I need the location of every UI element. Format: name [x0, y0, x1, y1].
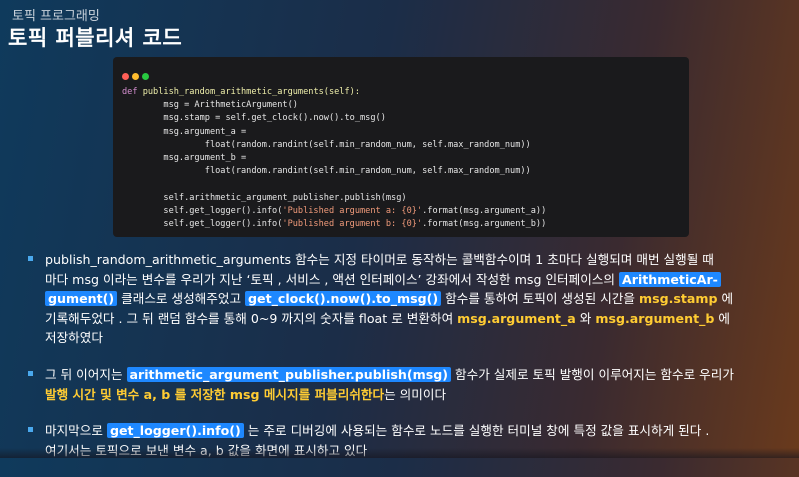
bullet-item: publish_random_arithmetic_arguments 함수는 … [28, 250, 796, 348]
code-window: def publish_random_arithmetic_arguments(… [113, 57, 689, 237]
code-block: def publish_random_arithmetic_arguments(… [122, 86, 546, 231]
minimize-dot-icon [132, 73, 139, 80]
code-line: msg.stamp = self.get_clock().now().to_ms… [122, 112, 546, 125]
text-run: 마다 msg 이라는 변수를 우리가 지난 ‘토픽 , 서비스 , 액션 인터페… [45, 271, 619, 287]
text-run: 는 주로 디버깅에 사용되는 함수로 노드를 실행한 터미널 창에 특정 값을 … [243, 423, 710, 439]
code-token: publish_random_arithmetic_arguments(self… [142, 87, 361, 97]
code-line: self.get_logger().info('Published argume… [122, 205, 546, 218]
text-run: 그 뒤 이어지는 [45, 366, 127, 382]
text-run: 저장하였다 [45, 330, 103, 346]
code-line: self.get_logger().info('Published argume… [122, 218, 546, 231]
text-run: 와 [575, 310, 596, 326]
emphasis-text: msg.argument_b [595, 310, 715, 326]
bullet-item: 그 뒤 이어지는 arithmetic_argument_publisher.p… [28, 365, 796, 404]
slide-title: 토픽 퍼블리셔 코드 [8, 26, 183, 50]
code-line: self.arithmetic_argument_publisher.publi… [122, 192, 546, 205]
bullet-text: 그 뒤 이어지는 arithmetic_argument_publisher.p… [45, 365, 796, 404]
code-token: msg.argument_a = [122, 126, 247, 137]
emphasis-text: msg.argument_a [457, 310, 576, 326]
bullet-square-icon [28, 427, 33, 433]
code-token: msg.argument_b = [122, 153, 247, 164]
code-token: self.arithmetic_argument_publisher.publi… [122, 192, 407, 203]
bottom-fade [0, 448, 799, 458]
close-dot-icon [122, 73, 129, 80]
maximize-dot-icon [142, 73, 149, 80]
code-highlight: arithmetic_argument_publisher.publish(ms… [126, 366, 452, 382]
code-token: .format(msg.argument_a)) [422, 205, 547, 216]
text-run: 기록해두었다 . 그 뒤 랜덤 함수를 통해 0~9 까지의 숫자를 float… [45, 310, 458, 326]
code-token: float(random.randint(self.min_random_num… [122, 139, 531, 150]
window-controls [122, 65, 152, 84]
emphasis-text: msg.stamp [638, 291, 718, 307]
code-token: self.get_logger().info( [122, 219, 283, 230]
code-highlight: get_clock().now().to_msg() [245, 291, 442, 307]
code-token: msg = ArithmeticArgument() [122, 100, 298, 111]
code-line: msg = ArithmeticArgument() [122, 99, 546, 112]
code-token: float(random.randint(self.min_random_num… [122, 166, 531, 177]
code-highlight: gument() [45, 291, 118, 307]
bullet-text: publish_random_arithmetic_arguments 함수는 … [45, 250, 796, 348]
bullet-list: publish_random_arithmetic_arguments 함수는 … [28, 250, 796, 477]
slide: 토픽 프로그래밍 토픽 퍼블리셔 코드 def publish_random_a… [0, 0, 799, 458]
text-run: 는 의미이다 [384, 386, 447, 402]
code-line: msg.argument_a = [122, 126, 546, 139]
bullet-square-icon [28, 370, 33, 376]
code-token: self.get_logger().info( [122, 205, 283, 216]
code-token: .format(msg.argument_b)) [422, 219, 547, 230]
code-highlight: ArithmeticAr- [619, 271, 721, 287]
bullet-square-icon [28, 256, 33, 261]
code-token: 'Published argument a: {0}' [282, 205, 423, 216]
text-run: 함수를 통하여 토픽이 생성된 시간을 [441, 291, 639, 307]
code-highlight: get_logger().info() [106, 423, 244, 439]
code-token: 'Published argument b: {0}' [282, 219, 423, 230]
text-run: 마지막으로 [45, 423, 107, 439]
text-run: 클래스로 생성해주었고 [117, 291, 246, 307]
code-line: msg.argument_b = [122, 152, 546, 165]
emphasis-text: 발행 시간 및 변수 a, b 를 저장한 msg 메시지를 퍼블리쉬한다 [45, 386, 385, 402]
code-line: float(random.randint(self.min_random_num… [122, 165, 546, 178]
code-line: def publish_random_arithmetic_arguments(… [122, 86, 546, 99]
text-run: publish_random_arithmetic_arguments 함수는 … [45, 252, 714, 267]
code-line: float(random.randint(self.min_random_num… [122, 139, 546, 152]
code-token: def [122, 87, 143, 97]
code-token: msg.stamp = self.get_clock().now().to_ms… [122, 113, 386, 124]
text-run: 에 [714, 310, 730, 326]
text-run: 함수가 실제로 토픽 발행이 이루어지는 함수로 우리가 [451, 366, 734, 382]
text-run: 에 [717, 291, 734, 307]
